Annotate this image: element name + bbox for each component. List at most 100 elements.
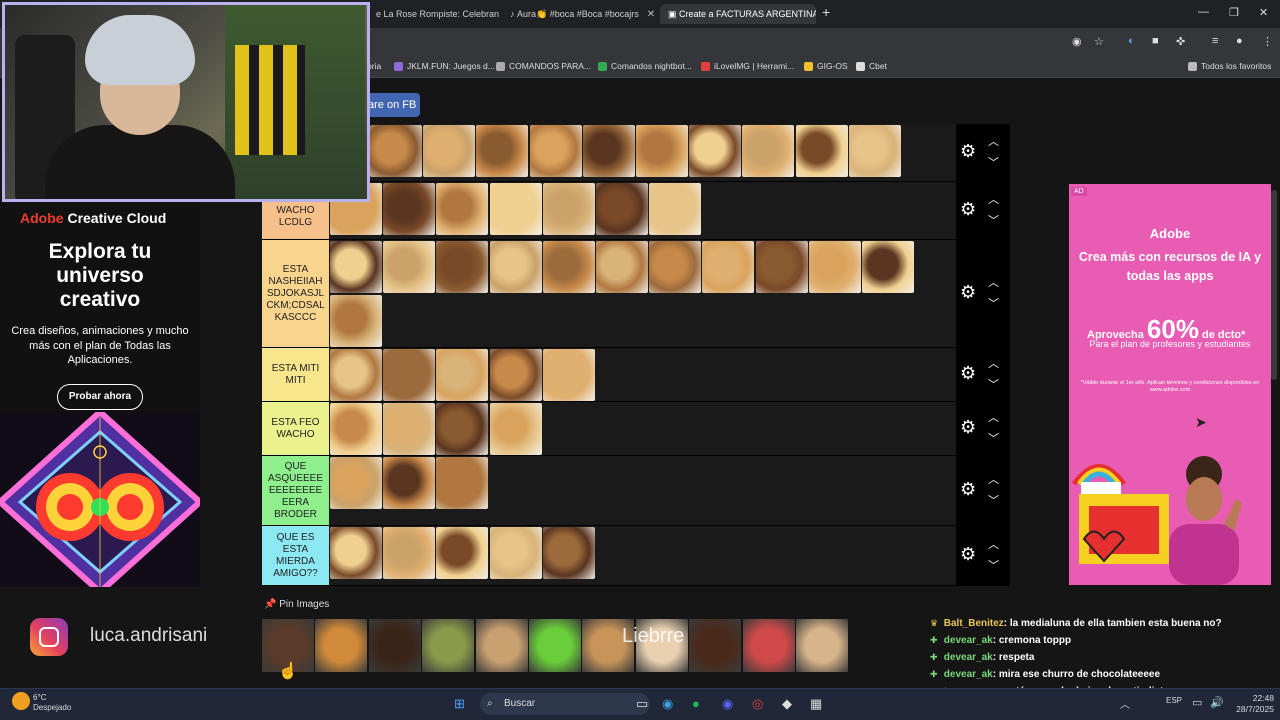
ad-right[interactable]: AD Adobe Crea más con recursos de IA y t… (1069, 184, 1271, 585)
pastry-image[interactable] (330, 295, 382, 347)
pastry-image[interactable] (383, 457, 436, 509)
pastry-image[interactable] (436, 403, 489, 455)
pin-image[interactable] (422, 619, 475, 672)
chevron-down-icon[interactable]: ﹀ (988, 492, 999, 508)
pastry-image[interactable] (436, 349, 489, 401)
pastry-image[interactable] (330, 527, 382, 579)
pastry-image[interactable] (330, 241, 382, 293)
pastry-image[interactable] (755, 241, 808, 293)
chevron-up-icon[interactable]: ︿ (988, 133, 999, 149)
bookmark-item[interactable]: COMANDOS PARA... (496, 61, 591, 71)
pastry-image[interactable] (808, 241, 861, 293)
gear-icon[interactable]: ⚙ (960, 479, 976, 500)
chrome-icon[interactable]: ◎ (752, 696, 763, 712)
chevron-up-icon[interactable]: ︿ (988, 536, 999, 552)
ad-cta-button[interactable]: Probar ahora (57, 384, 143, 410)
gear-icon[interactable]: ⚙ (960, 417, 976, 438)
maximize-icon[interactable]: ❐ (1229, 6, 1239, 19)
pastry-image[interactable] (330, 403, 382, 455)
gear-icon[interactable]: ⚙ (960, 282, 976, 303)
star-icon[interactable]: ☆ (1094, 35, 1104, 48)
chevron-up-icon[interactable]: ︿ (988, 274, 999, 290)
tier-label[interactable]: QUE ES ESTA MIERDA AMIGO?? (262, 526, 329, 585)
pastry-image[interactable] (649, 183, 702, 235)
pastry-image[interactable] (649, 241, 702, 293)
pastry-image[interactable] (383, 403, 436, 455)
clock[interactable]: 22:48 28/7/2025 (1234, 693, 1274, 715)
pastry-image[interactable] (542, 183, 595, 235)
bookmark-item[interactable]: iLovelMG | Herrami... (701, 61, 794, 71)
pastry-image[interactable] (489, 241, 542, 293)
bookmark-item[interactable]: Cbet (856, 61, 887, 71)
extension-icon[interactable]: ◐ (1128, 35, 1135, 47)
chevron-up-icon[interactable]: ︿ (988, 191, 999, 207)
pastry-image[interactable] (742, 125, 795, 177)
pastry-image[interactable] (702, 241, 755, 293)
bookmark-item[interactable]: GIG-OS (804, 61, 848, 71)
tier-label[interactable]: QUE ASQUEEEE EEEEEEEE EERA BRODER (262, 456, 329, 525)
pastry-image[interactable] (689, 125, 742, 177)
pastry-image[interactable] (330, 349, 382, 401)
pin-image[interactable] (796, 619, 848, 672)
app-icon[interactable]: ◆ (782, 696, 792, 712)
volume-icon[interactable]: 🔊 (1210, 696, 1224, 709)
pastry-image[interactable] (542, 527, 595, 579)
pastry-image[interactable] (383, 527, 436, 579)
extension-icon[interactable]: ■ (1152, 35, 1159, 47)
pastry-image[interactable] (542, 241, 595, 293)
pastry-image[interactable] (489, 183, 542, 235)
pastry-image[interactable] (370, 125, 422, 177)
chevron-up-icon[interactable]: ︿ (988, 355, 999, 371)
pastry-image[interactable] (542, 349, 595, 401)
pastry-image[interactable] (476, 125, 529, 177)
pin-image[interactable] (689, 619, 742, 672)
pin-image[interactable] (368, 619, 421, 672)
calculator-icon[interactable]: ▦ (810, 696, 822, 712)
task-view-icon[interactable]: ▭ (636, 696, 648, 712)
pastry-image[interactable] (795, 125, 848, 177)
pastry-image[interactable] (489, 403, 542, 455)
pastry-image[interactable] (436, 457, 489, 509)
pastry-image[interactable] (383, 241, 436, 293)
new-tab-button[interactable]: + (822, 4, 830, 20)
chevron-up-icon[interactable]: ︿ (988, 471, 999, 487)
tray-chevron-icon[interactable]: ︿ (1120, 696, 1130, 711)
chevron-up-icon[interactable]: ︿ (988, 409, 999, 425)
edge-icon[interactable]: ◉ (662, 696, 673, 712)
windows-icon[interactable]: ⊞ (454, 696, 465, 712)
pin-image[interactable] (315, 619, 368, 672)
bookmark-item[interactable]: JKLM.FUN: Juegos d... (394, 61, 495, 71)
close-window-icon[interactable]: ✕ (1259, 6, 1268, 19)
share-fb-button[interactable]: are on FB (362, 93, 420, 117)
pastry-image[interactable] (436, 527, 489, 579)
pastry-image[interactable] (383, 183, 436, 235)
tab-3-active[interactable]: ▣ Create a FACTURAS ARGENTINA✕ (660, 4, 816, 24)
pastry-image[interactable] (436, 183, 489, 235)
more-icon[interactable]: ⋮ (1262, 35, 1273, 48)
scrollbar[interactable] (1271, 190, 1277, 380)
pastry-image[interactable] (436, 241, 489, 293)
puzzle-icon[interactable]: ✜ (1176, 35, 1185, 48)
gear-icon[interactable]: ⚙ (960, 363, 976, 384)
minimize-icon[interactable]: — (1198, 6, 1209, 18)
gear-icon[interactable]: ⚙ (960, 199, 976, 220)
tier-label[interactable]: ESTA NASHEIIAH SDJOKASJL CKM;CDSAL KASCC… (262, 240, 329, 347)
profile-icon[interactable]: ● (1236, 35, 1243, 47)
chevron-down-icon[interactable]: ﹀ (988, 430, 999, 446)
pastry-image[interactable] (582, 125, 635, 177)
menu-icon[interactable]: ≡ (1212, 35, 1218, 47)
pin-image[interactable] (529, 619, 581, 672)
weather-widget[interactable]: 6°C Despejado (33, 693, 71, 713)
pastry-image[interactable] (383, 349, 436, 401)
bookmark-item[interactable]: Comandos nightbot... (598, 61, 692, 71)
chevron-down-icon[interactable]: ﹀ (988, 557, 999, 573)
language-indicator[interactable]: ESP (1166, 696, 1182, 705)
chevron-down-icon[interactable]: ﹀ (988, 154, 999, 170)
gear-icon[interactable]: ⚙ (960, 141, 976, 162)
tier-label[interactable]: ESTA MITI MITI (262, 348, 329, 401)
ad-left[interactable]: Adobe Creative Cloud Explora tu universo… (0, 202, 200, 587)
close-icon[interactable]: ✕ (647, 9, 655, 20)
network-icon[interactable]: ▭ (1192, 696, 1202, 709)
pastry-image[interactable] (489, 349, 542, 401)
pastry-image[interactable] (862, 241, 914, 293)
